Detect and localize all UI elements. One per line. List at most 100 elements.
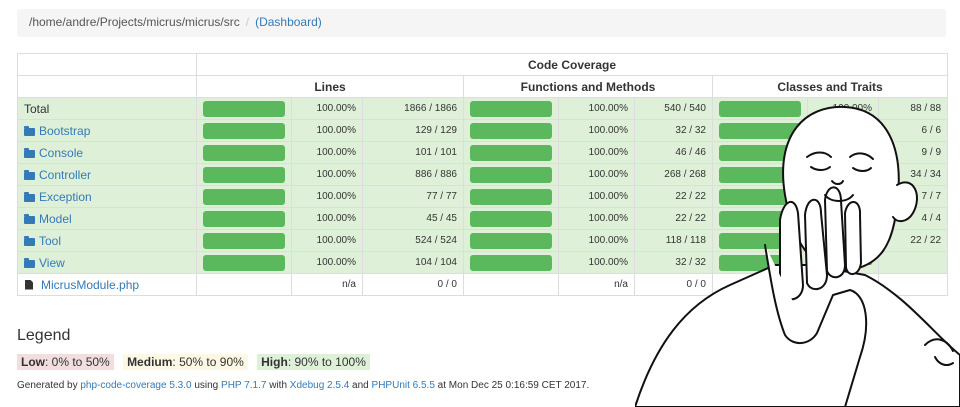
lines-bar-cell [196, 229, 292, 252]
phpunit-link[interactable]: PHPUnit 6.5.5 [372, 380, 435, 391]
funcs-progress-fill [470, 122, 552, 139]
legend-medium: Medium: 50% to 90% [123, 354, 248, 370]
empty-header [17, 75, 197, 98]
funcs-progress-bar [470, 188, 552, 205]
lines-percent: 100.00% [291, 185, 363, 208]
lines-progress-bar [203, 232, 285, 249]
legend-title: Legend [17, 327, 71, 344]
lines-bar-cell [196, 97, 292, 120]
lines-count: 129 / 129 [362, 119, 464, 142]
lines-bar-cell [196, 119, 292, 142]
row-name-cell: Total [17, 97, 197, 120]
lines-bar-cell [196, 207, 292, 230]
lines-bar-cell [196, 273, 292, 296]
row-name-cell: Console [17, 141, 197, 164]
lines-progress-fill [203, 232, 285, 249]
folder-icon [24, 235, 35, 246]
total-label: Total [24, 101, 50, 116]
legend-high: High: 90% to 100% [257, 354, 370, 370]
row-name-cell: Exception [17, 185, 197, 208]
funcs-progress-fill [470, 232, 552, 249]
funcs-progress-bar [470, 210, 552, 227]
lines-bar-cell [196, 163, 292, 186]
lines-percent: 100.00% [291, 251, 363, 274]
lines-percent: 100.00% [291, 97, 363, 120]
folder-icon [24, 125, 35, 136]
row-name-cell: Tool [17, 229, 197, 252]
funcs-percent: 100.00% [558, 229, 635, 252]
funcs-progress-bar [470, 122, 552, 139]
item-link-exception[interactable]: Exception [39, 190, 92, 204]
folder-icon [24, 213, 35, 224]
table-title: Code Coverage [195, 53, 949, 76]
folder-icon [24, 169, 35, 180]
funcs-percent: 100.00% [558, 163, 635, 186]
lines-bar-cell [196, 141, 292, 164]
funcs-percent: n/a [558, 273, 635, 296]
xdebug-link[interactable]: Xdebug 2.5.4 [290, 380, 350, 391]
php-code-coverage-link[interactable]: php-code-coverage 5.3.0 [80, 380, 191, 391]
breadcrumb: /home/andre/Projects/micrus/micrus/src / (… [17, 9, 946, 37]
item-link-console[interactable]: Console [39, 146, 83, 160]
funcs-percent: 100.00% [558, 207, 635, 230]
funcs-percent: 100.00% [558, 97, 635, 120]
funcs-progress-fill [470, 210, 552, 227]
row-name-cell: View [17, 251, 197, 274]
folder-icon [24, 257, 35, 268]
satisfied-face-meme-illustration [635, 105, 960, 407]
row-name-cell: Controller [17, 163, 197, 186]
funcs-percent: 100.00% [558, 141, 635, 164]
row-name-cell: MicrusModule.php [17, 273, 197, 296]
funcs-progress-fill [470, 166, 552, 183]
item-link-micrusmodule-php[interactable]: MicrusModule.php [41, 278, 139, 292]
lines-progress-fill [203, 210, 285, 227]
lines-progress-fill [203, 144, 285, 161]
lines-count: 524 / 524 [362, 229, 464, 252]
lines-progress-bar [203, 254, 285, 271]
lines-count: 0 / 0 [362, 273, 464, 296]
funcs-bar-cell [463, 163, 559, 186]
funcs-progress-fill [470, 144, 552, 161]
lines-percent: n/a [291, 273, 363, 296]
footer: Generated by php-code-coverage 5.3.0 usi… [17, 380, 590, 391]
funcs-progress-fill [470, 254, 552, 271]
lines-count: 101 / 101 [362, 141, 464, 164]
folder-icon [24, 191, 35, 202]
lines-progress-fill [203, 100, 285, 117]
folder-icon [24, 147, 35, 158]
breadcrumb-separator: / [245, 15, 250, 29]
lines-percent: 100.00% [291, 207, 363, 230]
lines-count: 104 / 104 [362, 251, 464, 274]
lines-count: 1866 / 1866 [362, 97, 464, 120]
lines-percent: 100.00% [291, 119, 363, 142]
lines-progress-bar [203, 210, 285, 227]
lines-progress-fill [203, 254, 285, 271]
funcs-bar-cell [463, 251, 559, 274]
funcs-progress-bar [470, 144, 552, 161]
item-link-model[interactable]: Model [39, 212, 72, 226]
funcs-progress-fill [470, 100, 552, 117]
lines-progress-fill [203, 188, 285, 205]
breadcrumb-path: /home/andre/Projects/micrus/micrus/src [29, 15, 240, 29]
lines-percent: 100.00% [291, 141, 363, 164]
lines-count: 886 / 886 [362, 163, 464, 186]
item-link-controller[interactable]: Controller [39, 168, 91, 182]
empty-header [17, 53, 197, 76]
legend-low: Low: 0% to 50% [17, 354, 114, 370]
item-link-tool[interactable]: Tool [39, 234, 61, 248]
lines-progress-bar [203, 188, 285, 205]
lines-bar-cell [196, 185, 292, 208]
funcs-percent: 100.00% [558, 119, 635, 142]
lines-percent: 100.00% [291, 163, 363, 186]
lines-count: 45 / 45 [362, 207, 464, 230]
item-link-bootstrap[interactable]: Bootstrap [39, 124, 90, 138]
dashboard-link[interactable]: (Dashboard) [255, 15, 322, 29]
lines-header: Lines [196, 75, 464, 98]
funcs-bar-cell [463, 119, 559, 142]
funcs-bar-cell [463, 97, 559, 120]
funcs-bar-cell [463, 207, 559, 230]
lines-progress-fill [203, 166, 285, 183]
php-link[interactable]: PHP 7.1.7 [221, 380, 266, 391]
funcs-percent: 100.00% [558, 185, 635, 208]
item-link-view[interactable]: View [39, 256, 65, 270]
